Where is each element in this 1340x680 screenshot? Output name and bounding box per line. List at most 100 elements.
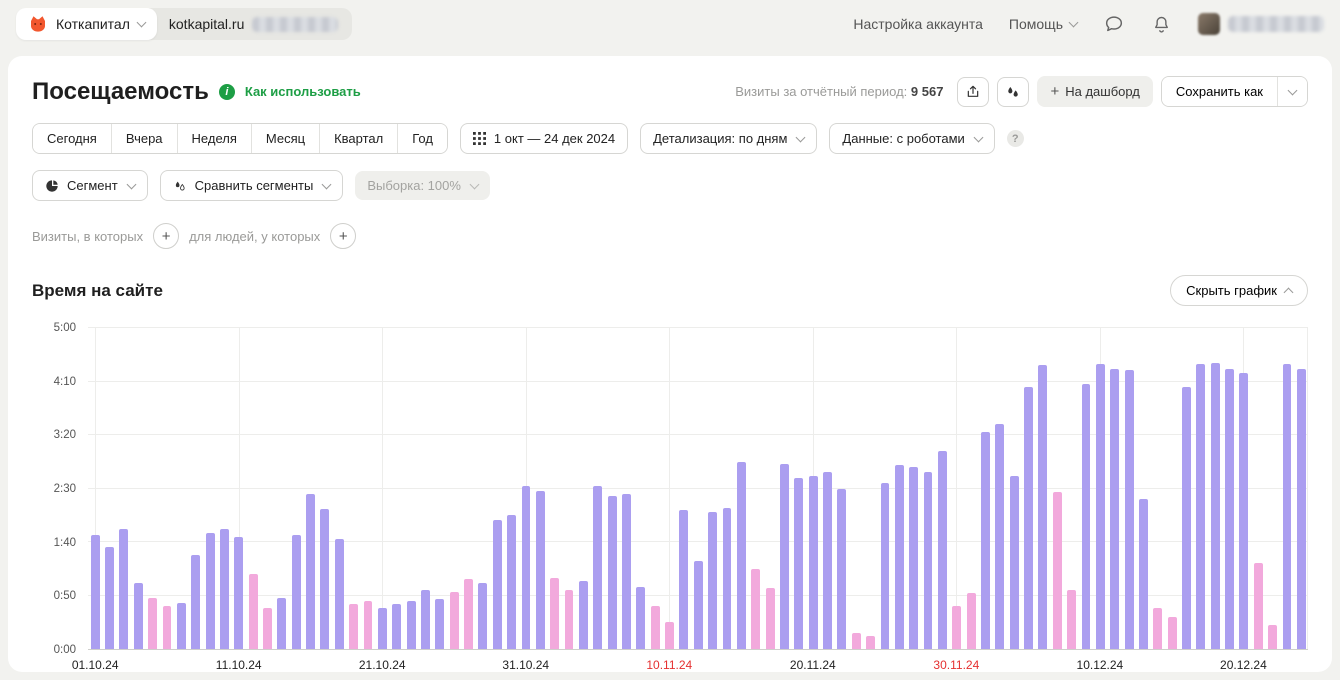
- time-on-site-bar[interactable]: [493, 520, 502, 649]
- time-on-site-bar[interactable]: [206, 533, 215, 649]
- time-on-site-bar[interactable]: [119, 529, 128, 649]
- save-as-button[interactable]: Сохранить как: [1162, 77, 1277, 106]
- time-on-site-bar[interactable]: [148, 598, 157, 649]
- time-on-site-bar[interactable]: [364, 601, 373, 649]
- time-on-site-bar[interactable]: [378, 608, 387, 649]
- time-on-site-bar[interactable]: [866, 636, 875, 649]
- time-on-site-bar[interactable]: [1139, 499, 1148, 649]
- time-on-site-bar[interactable]: [881, 483, 890, 649]
- time-on-site-bar[interactable]: [608, 496, 617, 649]
- time-on-site-bar[interactable]: [823, 472, 832, 649]
- detail-dropdown[interactable]: Детализация: по дням: [640, 123, 817, 154]
- export-button[interactable]: [957, 77, 989, 107]
- tab-quarter[interactable]: Квартал: [319, 124, 397, 153]
- time-on-site-bar[interactable]: [249, 574, 258, 649]
- time-on-site-bar[interactable]: [1024, 387, 1033, 649]
- time-on-site-bar[interactable]: [852, 633, 861, 649]
- time-on-site-bar[interactable]: [1010, 476, 1019, 649]
- time-on-site-bar[interactable]: [1153, 608, 1162, 649]
- time-on-site-bar[interactable]: [766, 588, 775, 649]
- question-icon[interactable]: ?: [1007, 130, 1024, 147]
- time-on-site-bar[interactable]: [924, 472, 933, 649]
- time-on-site-bar[interactable]: [1038, 365, 1047, 649]
- time-on-site-bar[interactable]: [579, 581, 588, 649]
- time-on-site-bar[interactable]: [1254, 563, 1263, 649]
- add-to-dashboard-button[interactable]: + На дашборд: [1037, 76, 1152, 107]
- time-on-site-bar[interactable]: [306, 494, 315, 649]
- time-on-site-bar[interactable]: [938, 451, 947, 649]
- time-on-site-bar[interactable]: [794, 478, 803, 649]
- time-on-site-bar[interactable]: [651, 606, 660, 649]
- time-on-site-bar[interactable]: [1211, 363, 1220, 649]
- time-on-site-bar[interactable]: [536, 491, 545, 649]
- tab-year[interactable]: Год: [397, 124, 447, 153]
- time-on-site-bar[interactable]: [191, 555, 200, 649]
- time-on-site-bar[interactable]: [1096, 364, 1105, 649]
- time-on-site-bar[interactable]: [1067, 590, 1076, 649]
- time-on-site-bar[interactable]: [995, 424, 1004, 649]
- user-account[interactable]: [1198, 13, 1324, 35]
- time-on-site-bar[interactable]: [105, 547, 114, 649]
- time-on-site-bar[interactable]: [450, 592, 459, 649]
- info-icon[interactable]: i: [219, 84, 235, 100]
- hide-chart-button[interactable]: Скрыть график: [1170, 275, 1308, 306]
- save-as-dropdown-button[interactable]: [1277, 77, 1307, 106]
- time-on-site-bar[interactable]: [507, 515, 516, 649]
- counter-pill[interactable]: kotkapital.ru: [149, 8, 352, 40]
- time-on-site-bar[interactable]: [952, 606, 961, 649]
- tab-month[interactable]: Месяц: [251, 124, 319, 153]
- account-settings-link[interactable]: Настройка аккаунта: [853, 16, 983, 32]
- data-mode-dropdown[interactable]: Данные: с роботами: [829, 123, 994, 154]
- tab-week[interactable]: Неделя: [177, 124, 251, 153]
- segment-dropdown[interactable]: Сегмент: [32, 170, 148, 201]
- time-on-site-bar[interactable]: [392, 604, 401, 649]
- time-on-site-bar[interactable]: [134, 583, 143, 649]
- time-on-site-bar[interactable]: [407, 601, 416, 649]
- time-on-site-bar[interactable]: [1225, 369, 1234, 649]
- time-on-site-bar[interactable]: [1239, 373, 1248, 649]
- time-on-site-bar[interactable]: [91, 535, 100, 649]
- time-on-site-bar[interactable]: [1125, 370, 1134, 649]
- time-on-site-bar[interactable]: [421, 590, 430, 649]
- time-on-site-bar[interactable]: [723, 508, 732, 649]
- segments-button[interactable]: [997, 77, 1029, 107]
- time-on-site-bar[interactable]: [622, 494, 631, 649]
- time-on-site-bar[interactable]: [1053, 492, 1062, 649]
- time-on-site-bar[interactable]: [1297, 369, 1306, 649]
- time-on-site-bar[interactable]: [349, 604, 358, 649]
- time-on-site-bar[interactable]: [320, 509, 329, 649]
- time-on-site-bar[interactable]: [565, 590, 574, 649]
- time-on-site-bar[interactable]: [708, 512, 717, 649]
- time-on-site-bar[interactable]: [751, 569, 760, 649]
- time-on-site-bar[interactable]: [277, 598, 286, 649]
- time-on-site-bar[interactable]: [1082, 384, 1091, 649]
- time-on-site-bar[interactable]: [1168, 617, 1177, 649]
- tab-today[interactable]: Сегодня: [33, 124, 111, 153]
- time-on-site-bar[interactable]: [478, 583, 487, 649]
- time-on-site-bar[interactable]: [737, 462, 746, 649]
- time-on-site-bar[interactable]: [895, 465, 904, 649]
- compare-segments-button[interactable]: Сравнить сегменты: [160, 170, 344, 201]
- time-on-site-bar[interactable]: [1283, 364, 1292, 649]
- time-on-site-bar[interactable]: [292, 535, 301, 649]
- time-on-site-bar[interactable]: [435, 599, 444, 649]
- add-user-condition-button[interactable]: +: [330, 223, 356, 249]
- time-on-site-bar[interactable]: [177, 603, 186, 649]
- time-on-site-bar[interactable]: [464, 579, 473, 649]
- date-range-button[interactable]: 1 окт — 24 дек 2024: [460, 123, 628, 154]
- time-on-site-bar[interactable]: [837, 489, 846, 650]
- add-visit-condition-button[interactable]: +: [153, 223, 179, 249]
- time-on-site-bar[interactable]: [967, 593, 976, 649]
- notifications-button[interactable]: [1151, 14, 1172, 35]
- time-on-site-bar[interactable]: [593, 486, 602, 649]
- time-on-site-bar[interactable]: [679, 510, 688, 649]
- time-on-site-bar[interactable]: [665, 622, 674, 649]
- time-on-site-bar[interactable]: [1268, 625, 1277, 649]
- time-on-site-bar[interactable]: [1196, 364, 1205, 649]
- time-on-site-bar[interactable]: [1182, 387, 1191, 649]
- time-on-site-bar[interactable]: [809, 476, 818, 649]
- time-on-site-bar[interactable]: [263, 608, 272, 649]
- time-on-site-bar[interactable]: [1110, 369, 1119, 649]
- time-on-site-bar[interactable]: [550, 578, 559, 649]
- time-on-site-bar[interactable]: [636, 587, 645, 649]
